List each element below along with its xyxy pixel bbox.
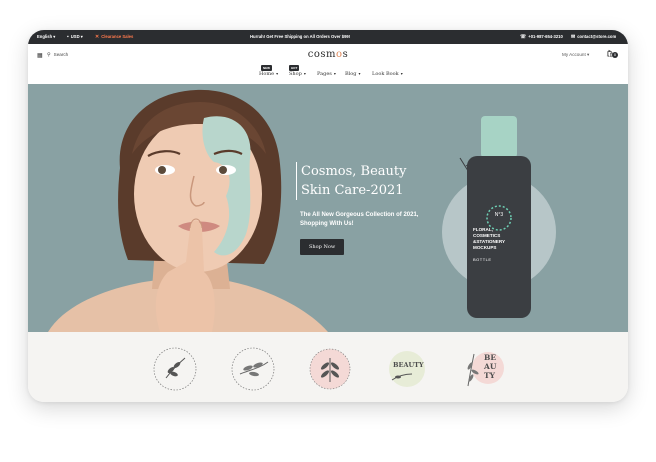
cart-count-badge: 0 bbox=[612, 52, 618, 58]
promo-text: Hurrah! Get Free Shipping on All Orders … bbox=[250, 34, 351, 39]
bottle-cap bbox=[481, 116, 517, 158]
nav-item-home[interactable]: Home ▾ bbox=[259, 71, 278, 77]
brand-logo-5-text: BEAUTY bbox=[484, 353, 497, 380]
nav-item-lookbook[interactable]: Look Book ▾ bbox=[372, 71, 403, 77]
mail-icon: ✉ bbox=[571, 34, 576, 40]
brand-logo-1-graphic bbox=[153, 347, 197, 391]
hero-title-line-2: Skin Care-2021 bbox=[301, 183, 404, 198]
brand-logo-4-text: BEAUTY bbox=[393, 361, 424, 369]
nav-item-blog[interactable]: Blog ▾ bbox=[345, 71, 361, 77]
hero-text-block: Cosmos, Beauty Skin Care-2021 The All Ne… bbox=[296, 162, 460, 255]
language-selector[interactable]: English ▾ bbox=[37, 30, 55, 44]
nav-item-shop[interactable]: Shop ▾ bbox=[289, 71, 306, 77]
brand-logo-1[interactable] bbox=[152, 346, 198, 392]
brand-logo-4[interactable]: BEAUTY bbox=[384, 346, 430, 392]
brand-logos-strip: BEAUTY BEAUTY bbox=[28, 332, 628, 402]
brand-logo-5[interactable]: BEAUTY bbox=[460, 346, 506, 392]
currency-selector[interactable]: ▪ USD ▾ bbox=[67, 30, 83, 44]
site-logo[interactable]: cosmos bbox=[28, 49, 628, 60]
phone-link[interactable]: ☏ +01-987-654-3210 bbox=[520, 30, 563, 44]
phone-icon: ☏ bbox=[520, 34, 527, 40]
brand-logo-4-graphic bbox=[389, 351, 425, 387]
nav-badge-hot: HOT bbox=[289, 65, 300, 71]
hero-banner: N°3 FLORAL, COSMETICS &STATIONERY MOCKUP… bbox=[28, 84, 628, 332]
bottle-label: N°3 FLORAL, COSMETICS &STATIONERY MOCKUP… bbox=[469, 212, 529, 263]
hero-title-wrap: Cosmos, Beauty Skin Care-2021 bbox=[296, 162, 460, 200]
clearance-link[interactable]: ✕ Clearance Sales bbox=[95, 30, 133, 44]
bottle-line-5: BOTTLE bbox=[473, 257, 492, 262]
browser-window: English ▾ ▪ USD ▾ ✕ Clearance Sales Hurrah… bbox=[28, 30, 628, 402]
brand-logo-3[interactable] bbox=[307, 346, 353, 392]
site-header: ▦ ⚲ Search cosmos My Account ▾ 🛍 0 Home ▾ … bbox=[28, 44, 628, 84]
nav-badge-new: NEW bbox=[261, 65, 272, 71]
top-bar: English ▾ ▪ USD ▾ ✕ Clearance Sales Hurrah… bbox=[28, 30, 628, 44]
hero-title-line-1: Cosmos, Beauty bbox=[301, 164, 407, 179]
shop-now-button[interactable]: Shop Now bbox=[300, 239, 345, 255]
nav-item-pages[interactable]: Pages ▾ bbox=[317, 71, 336, 77]
bottle-line-4: MOCKUPS bbox=[473, 245, 497, 250]
flag-icon: ▪ bbox=[67, 34, 69, 40]
bottle-number: N°3 bbox=[494, 212, 504, 218]
brand-logo-2-graphic bbox=[231, 347, 275, 391]
main-nav: Home ▾ NEW Shop ▾ HOT Pages ▾ Blog ▾ Look Bo… bbox=[28, 65, 628, 81]
brand-logo-5-graphic bbox=[467, 352, 504, 387]
close-icon: ✕ bbox=[95, 34, 100, 40]
email-link[interactable]: ✉ contact@store.com bbox=[571, 30, 616, 44]
brand-logo-2[interactable] bbox=[230, 346, 276, 392]
hero-subtitle: The All New Gorgeous Collection of 2021,… bbox=[300, 212, 419, 227]
my-account-menu[interactable]: My Account ▾ bbox=[562, 52, 589, 58]
brand-logo-3-graphic bbox=[309, 348, 351, 390]
